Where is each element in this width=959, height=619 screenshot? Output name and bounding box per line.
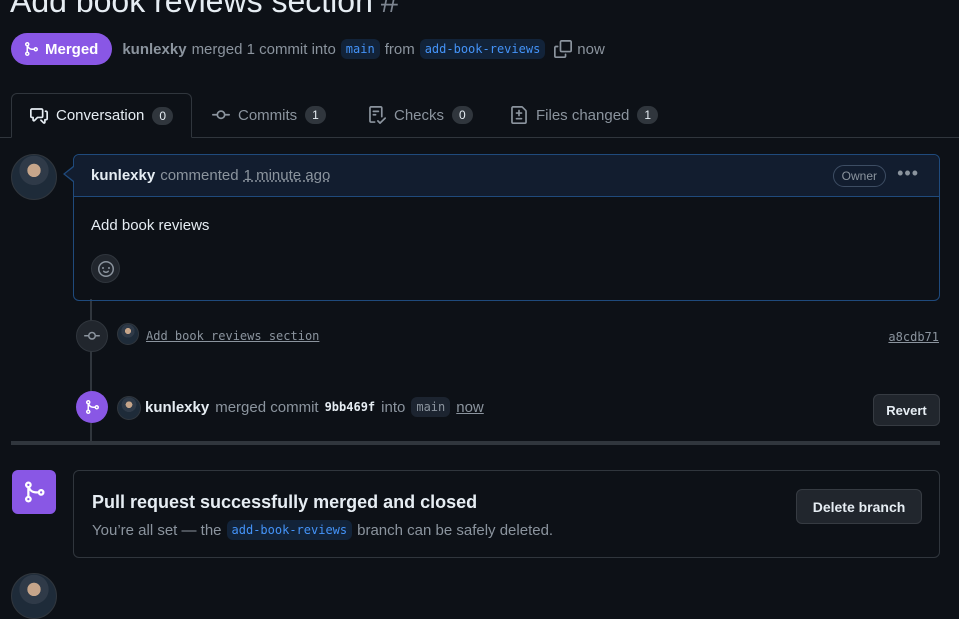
merge-avatar[interactable] <box>117 396 141 420</box>
git-commit-icon <box>84 331 100 340</box>
base-branch[interactable]: main <box>340 39 380 59</box>
merged-status-box: Pull request successfully merged and clo… <box>73 470 940 558</box>
file-diff-icon <box>511 106 527 124</box>
tab-files-changed[interactable]: Files changed 1 <box>510 93 659 137</box>
merge-text: merged commit <box>215 398 319 416</box>
comment-discussion-icon <box>30 107 48 124</box>
tab-count: 1 <box>305 106 326 124</box>
comment-header: kunlexky commented 1 minute ago Owner ••… <box>74 155 939 197</box>
commit-event: Add book reviews section <box>146 329 319 343</box>
avatar[interactable] <box>11 154 57 200</box>
merge-text: merged 1 commit into <box>191 40 336 58</box>
git-merge-icon <box>25 481 45 503</box>
kebab-menu-icon[interactable]: ••• <box>897 163 919 184</box>
tab-checks[interactable]: Checks 0 <box>368 93 473 137</box>
commit-avatar[interactable] <box>117 323 139 345</box>
merge-time[interactable]: now <box>456 399 484 416</box>
tab-label: Commits <box>238 106 298 124</box>
merge-event-badge <box>76 391 108 423</box>
next-avatar[interactable] <box>11 573 57 619</box>
owner-badge: Owner <box>832 165 886 187</box>
merge-event: kunlexky merged commit 9bb469f into main… <box>145 397 484 417</box>
comment-verb: commented <box>160 167 239 184</box>
timeline-end-separator <box>11 441 940 445</box>
git-merge-icon <box>25 42 39 56</box>
tab-count: 1 <box>637 106 659 124</box>
tab-label: Checks <box>394 106 445 124</box>
pr-title: Add book reviews section # <box>10 0 399 20</box>
merged-status-icon-box <box>12 470 56 514</box>
smiley-icon <box>97 260 114 277</box>
tab-conversation[interactable]: Conversation 0 <box>11 93 193 138</box>
comment-body: Add book reviews <box>91 217 210 234</box>
merged-branch[interactable]: add-book-reviews <box>226 520 353 540</box>
add-reaction-button[interactable] <box>91 254 120 283</box>
merge-time: now <box>577 40 605 58</box>
merged-title: Pull request successfully merged and clo… <box>92 492 478 512</box>
git-commit-icon <box>212 110 230 120</box>
author-link[interactable]: kunlexky <box>122 41 186 58</box>
tab-count: 0 <box>152 106 174 125</box>
commit-event-badge <box>76 320 108 352</box>
pr-tabs: Conversation 0 Commits 1 Checks 0 Files … <box>0 93 959 138</box>
tab-label: Files changed <box>536 106 630 124</box>
revert-button[interactable]: Revert <box>873 394 940 426</box>
merged-state-badge: Merged <box>11 33 113 65</box>
pr-title-text: Add book reviews section <box>10 0 373 19</box>
commit-message-link[interactable]: Add book reviews section <box>146 329 319 343</box>
checklist-icon <box>369 106 386 124</box>
tab-commits[interactable]: Commits 1 <box>212 93 326 137</box>
head-branch[interactable]: add-book-reviews <box>419 39 546 59</box>
comment-box: kunlexky commented 1 minute ago Owner ••… <box>73 154 940 301</box>
merge-sha-link[interactable]: 9bb469f <box>325 400 376 414</box>
pr-meta: Merged kunlexky merged 1 commit into mai… <box>11 33 605 65</box>
merge-summary: kunlexky merged 1 commit into main from … <box>122 39 605 59</box>
pr-number: # <box>380 0 399 19</box>
copy-icon[interactable] <box>554 40 573 58</box>
tab-label: Conversation <box>56 107 145 124</box>
tab-count: 0 <box>452 106 473 124</box>
state-label: Merged <box>45 40 99 58</box>
from-text: from <box>384 40 415 58</box>
merge-author-link[interactable]: kunlexky <box>145 399 209 416</box>
merged-sub-prefix: You’re all set — the <box>92 521 222 539</box>
delete-branch-button[interactable]: Delete branch <box>796 489 922 524</box>
comment-author[interactable]: kunlexky <box>91 167 155 184</box>
commit-sha-link[interactable]: a8cdb71 <box>888 330 939 344</box>
merged-subtitle: You’re all set — the add-book-reviews br… <box>92 520 553 540</box>
comment-caret-inner <box>65 167 74 181</box>
merge-base-branch[interactable]: main <box>411 397 451 417</box>
comment-time[interactable]: 1 minute ago <box>244 167 331 184</box>
merged-sub-suffix: branch can be safely deleted. <box>357 521 554 539</box>
git-merge-icon <box>86 400 100 414</box>
into-text: into <box>381 398 406 416</box>
